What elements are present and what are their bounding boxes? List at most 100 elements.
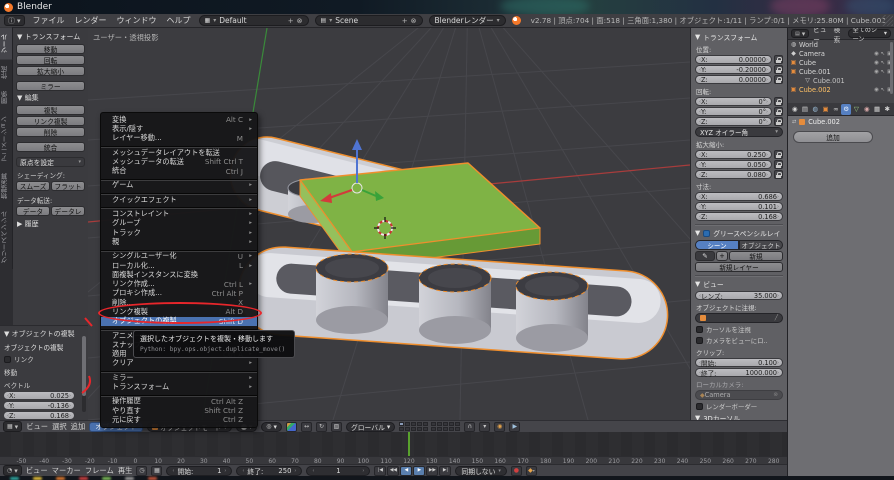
scale-field[interactable]: ‹X:0.250›	[695, 150, 772, 159]
local-camera-field[interactable]: ◆Camera⊗	[695, 390, 783, 400]
shelf-tab[interactable]: 作成	[0, 60, 13, 85]
layer-cell[interactable]	[455, 422, 460, 426]
layer-cell[interactable]	[455, 427, 460, 431]
layer-cell[interactable]	[437, 427, 442, 431]
lens-field[interactable]: ‹レンズ:35.000›	[695, 291, 783, 300]
menu-item[interactable]: 元に戻す Ctrl Z ▸	[101, 415, 257, 424]
rotate-button[interactable]: 回転	[16, 55, 85, 65]
menu-item[interactable]: メッシュデータレイアウトを転送 ▸	[101, 148, 257, 157]
vector-field[interactable]: ‹Y:-0.136›	[3, 401, 75, 410]
render-border-checkbox[interactable]	[696, 403, 703, 410]
shelf-tab[interactable]: 物理演算	[0, 167, 13, 205]
rotation-field[interactable]: ‹Y:0°›	[695, 107, 772, 116]
move-button[interactable]: 移動	[16, 44, 85, 54]
playback-button[interactable]: |◀	[374, 466, 386, 476]
grease-pencil-header[interactable]: ▼ グリースペンシルレイ	[695, 228, 783, 238]
dimension-field[interactable]: ‹Y:0.101›	[695, 202, 783, 211]
outliner-item[interactable]: ▣ Cube ◉↖▣	[788, 58, 894, 67]
editor-type-button[interactable]: ▦▾	[3, 421, 22, 432]
lock-icon[interactable]	[774, 150, 783, 159]
properties-tab-icon[interactable]: ▽	[852, 104, 861, 115]
layer-cell[interactable]	[417, 422, 422, 426]
layer-cell[interactable]	[405, 422, 410, 426]
editor-type-button[interactable]: ◔▾	[3, 465, 22, 476]
screen-layout-selector[interactable]: ▦▾ Default + ⊗	[199, 15, 309, 26]
timeline-playback-menu[interactable]: 再生	[118, 466, 133, 476]
taskbar-icon[interactable]	[148, 477, 157, 480]
gp-new-layer-button[interactable]: 新規レイヤー	[695, 262, 783, 272]
section-transform[interactable]: ▼ トランスフォーム	[17, 32, 85, 42]
menu-render[interactable]: レンダー	[73, 15, 109, 26]
menu-item[interactable]: 削除... X ▸	[101, 298, 257, 307]
gp-new-button[interactable]: 新規	[729, 251, 783, 261]
menu-item[interactable]: リンク作成... Ctrl L ▸	[101, 279, 257, 288]
delete-scene-button[interactable]: ⊗	[411, 17, 417, 25]
keying-set-dropdown[interactable]: ◆▾	[526, 466, 537, 476]
timeline-marker-menu[interactable]: マーカー	[52, 466, 81, 476]
record-button[interactable]: ●	[511, 466, 522, 476]
cursor-lock-checkbox[interactable]	[696, 326, 703, 333]
sync-dropdown[interactable]: 同期しない▾	[455, 466, 507, 476]
camera-lock-row[interactable]: カメラをビューにロ..	[696, 336, 783, 345]
menu-item[interactable]: クリア ▸	[101, 359, 257, 368]
menu-item[interactable]: レイヤー移動... M ▸	[101, 134, 257, 143]
menu-item[interactable]: 面複製インスタンスに変換 ▸	[101, 270, 257, 279]
menu-item[interactable]: シングルユーザー化 U ▸	[101, 252, 257, 261]
outliner-item[interactable]: ▣ Cube.001 ◉↖▣	[788, 67, 894, 76]
lock-icon[interactable]	[774, 97, 783, 106]
link-duplicate-button[interactable]: リンク複製	[16, 116, 85, 126]
mirror-button[interactable]: ミラー	[16, 81, 85, 91]
shelf-tab[interactable]: ツール	[0, 28, 13, 60]
properties-tab-icon[interactable]: ◉	[862, 104, 871, 115]
scale-field[interactable]: ‹Y:0.050›	[695, 160, 772, 169]
layer-cell[interactable]	[443, 427, 448, 431]
playback-button[interactable]: ▶	[413, 466, 425, 476]
properties-tab-icon[interactable]: ▣	[821, 104, 830, 115]
clip-end-field[interactable]: ‹終了:1000.000›	[695, 368, 783, 377]
timeline-ruler[interactable]: -50-40-30-20-100102030405060708090100110…	[0, 456, 787, 464]
gp-object-button[interactable]: オブジェクト	[739, 240, 783, 250]
lock-icon[interactable]	[774, 65, 783, 74]
taskbar-icon[interactable]	[102, 477, 111, 480]
timeline-frame-menu[interactable]: フレーム	[85, 466, 114, 476]
lock-icon[interactable]	[774, 55, 783, 64]
current-frame-field[interactable]: ‹1›	[306, 466, 370, 476]
location-field[interactable]: ‹Y:-0.20000›	[695, 65, 772, 74]
menu-item[interactable]: 表示/隠す ▸	[101, 124, 257, 133]
taskbar-icon[interactable]	[10, 477, 19, 480]
menu-item[interactable]: メッシュデータの転送 Shift Ctrl T ▸	[101, 157, 257, 166]
gp-checkbox[interactable]	[703, 230, 710, 237]
gp-scene-button[interactable]: シーン	[695, 240, 739, 250]
orientation-dropdown[interactable]: グローバル▾	[346, 422, 395, 432]
rotation-field[interactable]: ‹Z:0°›	[695, 117, 772, 126]
keying-filter-icon[interactable]: ▦	[151, 466, 162, 476]
data-button[interactable]: データ	[16, 206, 50, 216]
shelf-tab[interactable]: グリースペンシル	[0, 205, 13, 269]
delete-layout-button[interactable]: ⊗	[297, 17, 303, 25]
duplicate-button[interactable]: 複製	[16, 105, 85, 115]
lock-icon[interactable]	[774, 75, 783, 84]
gp-source-toggle[interactable]: シーン オブジェクト	[695, 240, 783, 250]
menu-item[interactable]: オブジェクトの複製 Shift D ▸	[101, 317, 257, 326]
scrollbar[interactable]	[890, 42, 893, 94]
menu-item[interactable]: ミラー ▸	[101, 373, 257, 382]
menu-item[interactable]: プロキシ作成... Ctrl Alt P ▸	[101, 289, 257, 298]
menu-item[interactable]: トランスフォーム ▸	[101, 382, 257, 391]
taskbar-icon[interactable]	[33, 477, 42, 480]
menu-item[interactable]: 統合 Ctrl J ▸	[101, 166, 257, 175]
outliner-item[interactable]: ▽ Cube.001 ◉↖▣	[788, 76, 894, 85]
layer-cell[interactable]	[399, 422, 404, 426]
gp-add-button[interactable]: +	[716, 251, 728, 261]
shelf-tab[interactable]: アニメーション	[0, 110, 13, 168]
operator-panel-header[interactable]: ▼ オブジェクトの複製	[4, 329, 85, 339]
preview-range-icon[interactable]: ◷	[136, 466, 147, 476]
layer-cell[interactable]	[399, 427, 404, 431]
cursor-lock-row[interactable]: カーソルを注視	[696, 325, 783, 334]
lock-icon[interactable]	[774, 117, 783, 126]
location-field[interactable]: ‹X:0.00000›	[695, 55, 772, 64]
playback-button[interactable]: ▶▶	[426, 466, 438, 476]
menu-item[interactable]: やり直す Shift Ctrl Z ▸	[101, 406, 257, 415]
menu-item[interactable]: グループ ▸	[101, 219, 257, 228]
lock-object-field[interactable]: ╱	[695, 313, 783, 323]
add-scene-button[interactable]: +	[402, 17, 408, 25]
